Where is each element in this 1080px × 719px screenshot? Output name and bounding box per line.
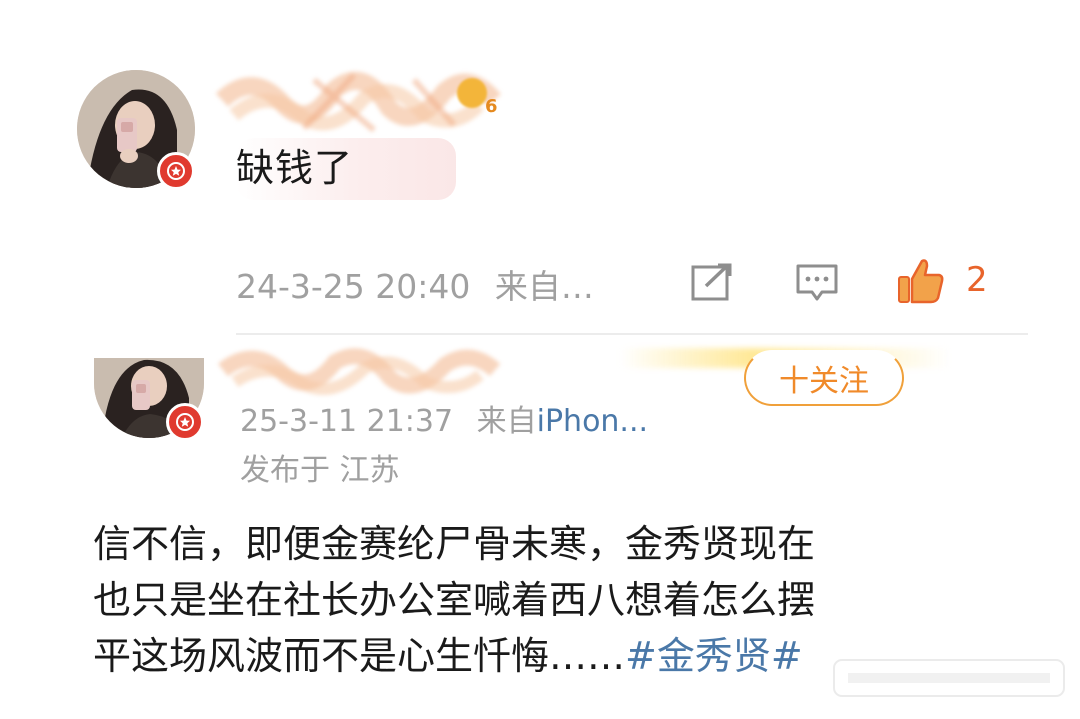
vip-star-icon — [167, 162, 185, 180]
thumbs-up-icon[interactable] — [896, 255, 946, 305]
post-line: 信不信，即便金赛纶尸骨未寒，金秀贤现在 — [93, 522, 816, 566]
vip-badge — [157, 152, 195, 190]
follow-button[interactable]: 十关注 — [744, 350, 904, 406]
post-line-text: 平这场风波而不是心生忏悔…… — [93, 634, 626, 678]
vip-badge — [166, 403, 204, 441]
hashtag-link[interactable]: #金秀贤# — [625, 634, 803, 678]
redaction-scribble — [218, 348, 501, 395]
level-badge — [457, 78, 487, 108]
vip-star-icon — [176, 413, 194, 431]
like-count: 2 — [966, 260, 988, 300]
divider — [236, 333, 1028, 335]
location-label: 发布于 江苏 — [240, 453, 400, 488]
source-label[interactable]: 来自… — [495, 267, 594, 306]
comment-meta: 25-3-11 21:37 来自iPhon... — [240, 396, 648, 440]
username-redacted[interactable] — [215, 340, 505, 400]
timestamp: 24-3-25 20:40 — [236, 267, 471, 306]
source-label: 来自 — [476, 404, 537, 439]
level-number: 6 — [485, 96, 498, 117]
post-body: 信不信，即便金赛纶尸骨未寒，金秀贤现在 也只是坐在社长办公室喊着西八想着怎么摆 … — [93, 516, 893, 684]
comment-meta: 24-3-25 20:40 来自… — [236, 260, 594, 308]
comment-text: 缺钱了 — [236, 138, 456, 200]
comment-icon[interactable] — [795, 262, 839, 302]
post-line-last: 平这场风波而不是心生忏悔……#金秀贤# — [93, 628, 893, 684]
source-device-link[interactable]: iPhon... — [537, 404, 648, 439]
share-icon[interactable] — [690, 262, 734, 302]
watermark-logo — [830, 648, 1070, 708]
timestamp: 25-3-11 21:37 — [240, 404, 454, 439]
post-line: 也只是坐在社长办公室喊着西八想着怎么摆 — [93, 578, 816, 622]
comment-thread: 6 缺钱了 24-3-25 20:40 来自… 2 十关注 25-3-11 21… — [0, 0, 1080, 719]
